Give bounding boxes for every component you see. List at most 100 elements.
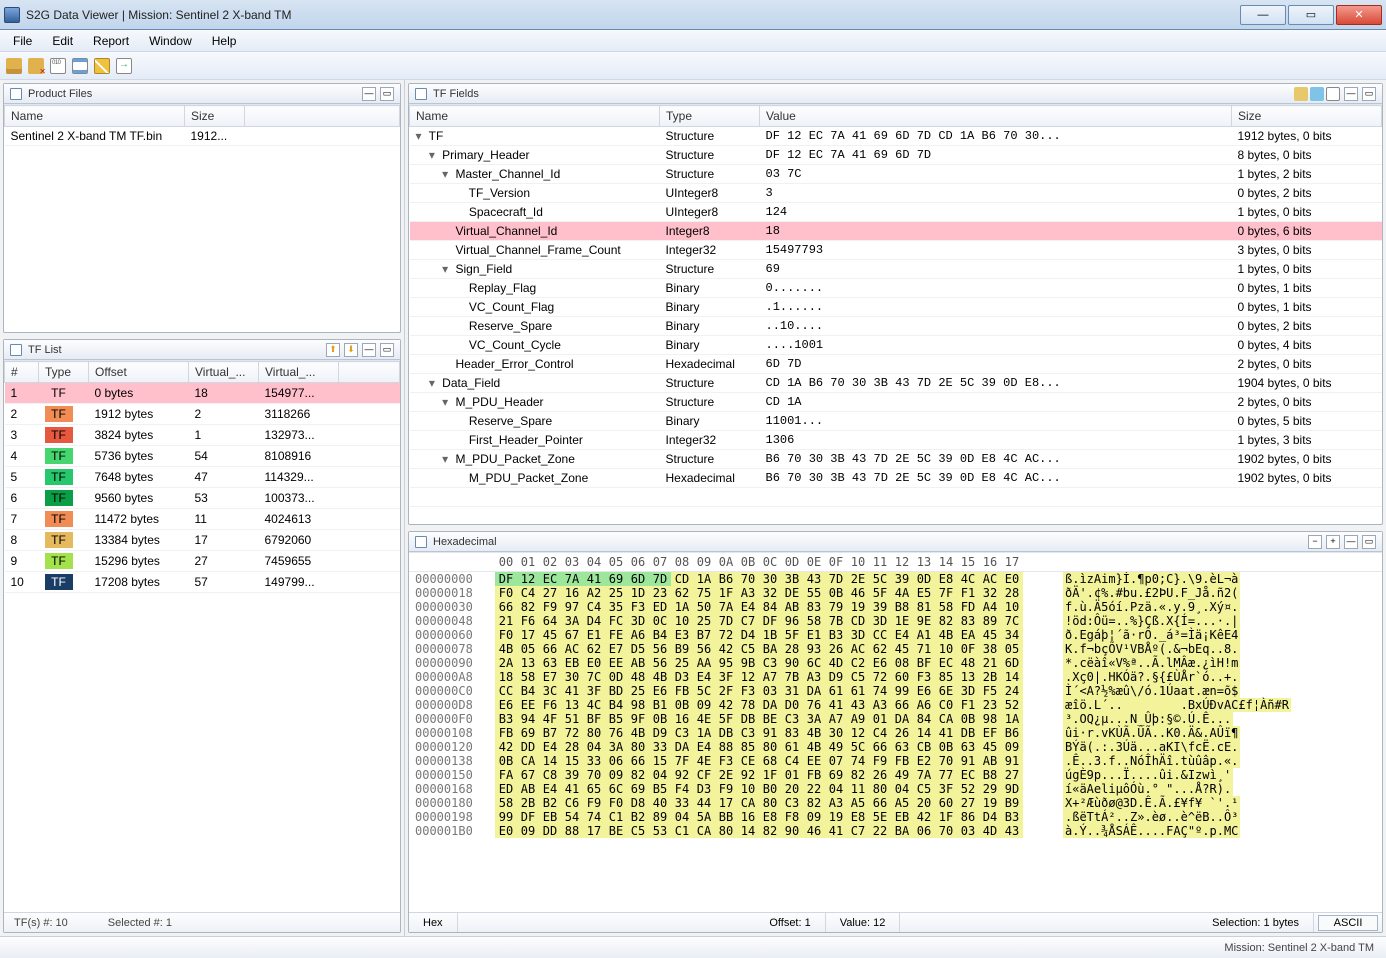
field-row[interactable]: Header_Error_ControlHexadecimal6D 7D2 by… bbox=[410, 355, 1382, 374]
field-row[interactable]: ▾ Sign_FieldStructure691 bytes, 0 bits bbox=[410, 260, 1382, 279]
field-row[interactable]: Virtual_Channel_IdInteger8180 bytes, 6 b… bbox=[410, 222, 1382, 241]
field-row[interactable]: M_PDU_Packet_ZoneHexadecimalB6 70 30 3B … bbox=[410, 469, 1382, 488]
window-title: S2G Data Viewer | Mission: Sentinel 2 X-… bbox=[26, 8, 1240, 22]
close-button[interactable]: ✕ bbox=[1336, 5, 1382, 25]
open-file-icon[interactable] bbox=[6, 58, 22, 74]
panel-maximize-button[interactable] bbox=[1362, 87, 1376, 101]
hex-line[interactable]: 00000060F0174567E1FEA6B4E3B772D41B5FE1B3… bbox=[409, 628, 1382, 642]
panel-minimize-button[interactable] bbox=[362, 87, 376, 101]
panel-maximize-button[interactable] bbox=[380, 343, 394, 357]
col-type[interactable]: Type bbox=[660, 106, 760, 127]
hex-line[interactable]: 000000D8E6EEF6134CB498B10B094278DAD07641… bbox=[409, 698, 1382, 712]
col-size[interactable]: Size bbox=[185, 106, 245, 127]
table-row[interactable]: 7TF11472 bytes114024613 bbox=[5, 509, 400, 530]
menu-file[interactable]: File bbox=[4, 32, 41, 50]
hex-line[interactable]: 00000150FA67C8397009820492CF2E921F01FB69… bbox=[409, 768, 1382, 782]
hex-line[interactable]: 000001B0E009DD8817BEC553C1CA801482904641… bbox=[409, 824, 1382, 838]
tf-list-table[interactable]: # Type Offset Virtual_... Virtual_... 1T… bbox=[4, 361, 400, 593]
ascii-button[interactable]: ASCII bbox=[1318, 915, 1378, 931]
collapse-minus-icon[interactable]: − bbox=[1308, 535, 1322, 549]
hex-line[interactable]: 00000168EDABE441656C69B5F4D3F910B0202204… bbox=[409, 782, 1382, 796]
move-down-button[interactable] bbox=[344, 343, 358, 357]
hex-line[interactable]: 000001380BCA1415330666157F4EF3CE68C4EE07… bbox=[409, 754, 1382, 768]
field-row[interactable]: Reserve_SpareBinary11001...0 bytes, 5 bi… bbox=[410, 412, 1382, 431]
hex-line[interactable]: 00000180582BB2C6F9F0D840334417CA80C382A3… bbox=[409, 796, 1382, 810]
field-row[interactable]: ▾ M_PDU_HeaderStructureCD 1A2 bytes, 0 b… bbox=[410, 393, 1382, 412]
hex-line[interactable]: 0000012042DDE428043A8033DAE4888580614B49… bbox=[409, 740, 1382, 754]
hex-body[interactable]: 00000000DF12EC7A41696D7DCD1AB670303B437D… bbox=[409, 572, 1382, 912]
decode-icon[interactable] bbox=[94, 58, 110, 74]
hex-line[interactable]: 0000004821F6643AD4FC3D0C10257DC7DF96587B… bbox=[409, 614, 1382, 628]
panel-maximize-button[interactable] bbox=[1362, 535, 1376, 549]
col-offset[interactable]: Offset bbox=[89, 362, 189, 383]
hex-line[interactable]: 000000902A1363EBE0EEAB5625AA959BC3906C4D… bbox=[409, 656, 1382, 670]
field-row[interactable]: ▾ Primary_HeaderStructureDF 12 EC 7A 41 … bbox=[410, 146, 1382, 165]
col-value[interactable]: Value bbox=[760, 106, 1232, 127]
menu-report[interactable]: Report bbox=[84, 32, 138, 50]
tool-icon[interactable] bbox=[1310, 87, 1324, 101]
field-row[interactable]: ▾ M_PDU_Packet_ZoneStructureB6 70 30 3B … bbox=[410, 450, 1382, 469]
table-row[interactable]: 8TF13384 bytes176792060 bbox=[5, 530, 400, 551]
maximize-button[interactable]: ▭ bbox=[1288, 5, 1334, 25]
hex-offset: Offset: 1 bbox=[755, 913, 825, 932]
table-row[interactable]: 2TF1912 bytes23118266 bbox=[5, 404, 400, 425]
expand-plus-icon[interactable]: + bbox=[1326, 535, 1340, 549]
field-row[interactable]: Replay_FlagBinary0.......0 bytes, 1 bits bbox=[410, 279, 1382, 298]
table-row[interactable]: 9TF15296 bytes277459655 bbox=[5, 551, 400, 572]
panel-minimize-button[interactable] bbox=[1344, 535, 1358, 549]
close-file-icon[interactable] bbox=[28, 58, 44, 74]
move-up-button[interactable] bbox=[326, 343, 340, 357]
hex-line[interactable]: 00000108FB69B77280764BD9C31ADBC391834B30… bbox=[409, 726, 1382, 740]
tf-fields-header: TF Fields bbox=[409, 84, 1382, 104]
field-row[interactable]: VC_Count_FlagBinary.1......0 bytes, 1 bi… bbox=[410, 298, 1382, 317]
hex-line[interactable]: 000000F0B3944F51BFB59F0B164E5FDBBEC33AA7… bbox=[409, 712, 1382, 726]
hex-line[interactable]: 000000784B0566AC62E7D556B95642C5BA289326… bbox=[409, 642, 1382, 656]
hex-line[interactable]: 000000A81858E7307C0D484BD3E43F12A77BA3D9… bbox=[409, 670, 1382, 684]
panel-minimize-button[interactable] bbox=[362, 343, 376, 357]
field-row[interactable]: Spacecraft_IdUInteger81241 bytes, 0 bits bbox=[410, 203, 1382, 222]
export-icon[interactable] bbox=[116, 58, 132, 74]
col-virtual1[interactable]: Virtual_... bbox=[189, 362, 259, 383]
tf-fields-title: TF Fields bbox=[433, 88, 1288, 100]
menu-window[interactable]: Window bbox=[140, 32, 201, 50]
tool-icon[interactable] bbox=[1294, 87, 1308, 101]
col-name[interactable]: Name bbox=[410, 106, 660, 127]
field-row[interactable]: VC_Count_CycleBinary....10010 bytes, 4 b… bbox=[410, 336, 1382, 355]
col-name[interactable]: Name bbox=[5, 106, 185, 127]
table-row[interactable]: 1TF0 bytes18154977... bbox=[5, 383, 400, 404]
field-row[interactable]: Reserve_SpareBinary..10....0 bytes, 2 bi… bbox=[410, 317, 1382, 336]
panel-minimize-button[interactable] bbox=[1344, 87, 1358, 101]
tf-fields-table[interactable]: Name Type Value Size ▾ TFStructureDF 12 … bbox=[409, 105, 1382, 524]
binary-view-icon[interactable] bbox=[50, 58, 66, 74]
product-files-table[interactable]: Name Size Sentinel 2 X-band TM TF.bin191… bbox=[4, 105, 400, 146]
col-num[interactable]: # bbox=[5, 362, 39, 383]
list-view-icon[interactable] bbox=[72, 58, 88, 74]
tool-icon[interactable] bbox=[1326, 87, 1340, 101]
field-row[interactable]: Virtual_Channel_Frame_CountInteger321549… bbox=[410, 241, 1382, 260]
hex-line[interactable]: 000000C0CCB43C413FBD25E6FB5C2FF30331DA61… bbox=[409, 684, 1382, 698]
hex-line[interactable]: 00000000DF12EC7A41696D7DCD1AB670303B437D… bbox=[409, 572, 1382, 586]
table-row[interactable]: 10TF17208 bytes57149799... bbox=[5, 572, 400, 593]
menu-edit[interactable]: Edit bbox=[43, 32, 82, 50]
col-size[interactable]: Size bbox=[1232, 106, 1382, 127]
hex-line[interactable]: 0000019899DFEB5474C1B289045ABB16E8F80919… bbox=[409, 810, 1382, 824]
field-row[interactable]: ▾ TFStructureDF 12 EC 7A 41 69 6D 7D CD … bbox=[410, 127, 1382, 146]
panel-maximize-button[interactable] bbox=[380, 87, 394, 101]
col-type[interactable]: Type bbox=[39, 362, 89, 383]
minimize-button[interactable]: — bbox=[1240, 5, 1286, 25]
col-virtual2[interactable]: Virtual_... bbox=[259, 362, 339, 383]
menu-help[interactable]: Help bbox=[203, 32, 246, 50]
field-row[interactable]: TF_VersionUInteger830 bytes, 2 bits bbox=[410, 184, 1382, 203]
table-row[interactable]: Sentinel 2 X-band TM TF.bin1912... bbox=[5, 127, 400, 146]
field-row[interactable]: ▾ Data_FieldStructureCD 1A B6 70 30 3B 4… bbox=[410, 374, 1382, 393]
hex-line[interactable]: 000000306682F997C435F3ED1A507AE484AB8379… bbox=[409, 600, 1382, 614]
table-row[interactable]: 6TF9560 bytes53100373... bbox=[5, 488, 400, 509]
field-row[interactable]: First_Header_PointerInteger3213061 bytes… bbox=[410, 431, 1382, 450]
hex-mode: Hex bbox=[409, 913, 458, 932]
table-row[interactable]: 3TF3824 bytes1132973... bbox=[5, 425, 400, 446]
hex-line[interactable]: 00000018F0C42716A2251D2362751FA332DE550B… bbox=[409, 586, 1382, 600]
table-row[interactable]: 4TF5736 bytes548108916 bbox=[5, 446, 400, 467]
field-row[interactable]: ▾ Master_Channel_IdStructure03 7C1 bytes… bbox=[410, 165, 1382, 184]
table-row[interactable]: 5TF7648 bytes47114329... bbox=[5, 467, 400, 488]
tf-list-status: TF(s) #: 10 Selected #: 1 bbox=[4, 912, 400, 932]
